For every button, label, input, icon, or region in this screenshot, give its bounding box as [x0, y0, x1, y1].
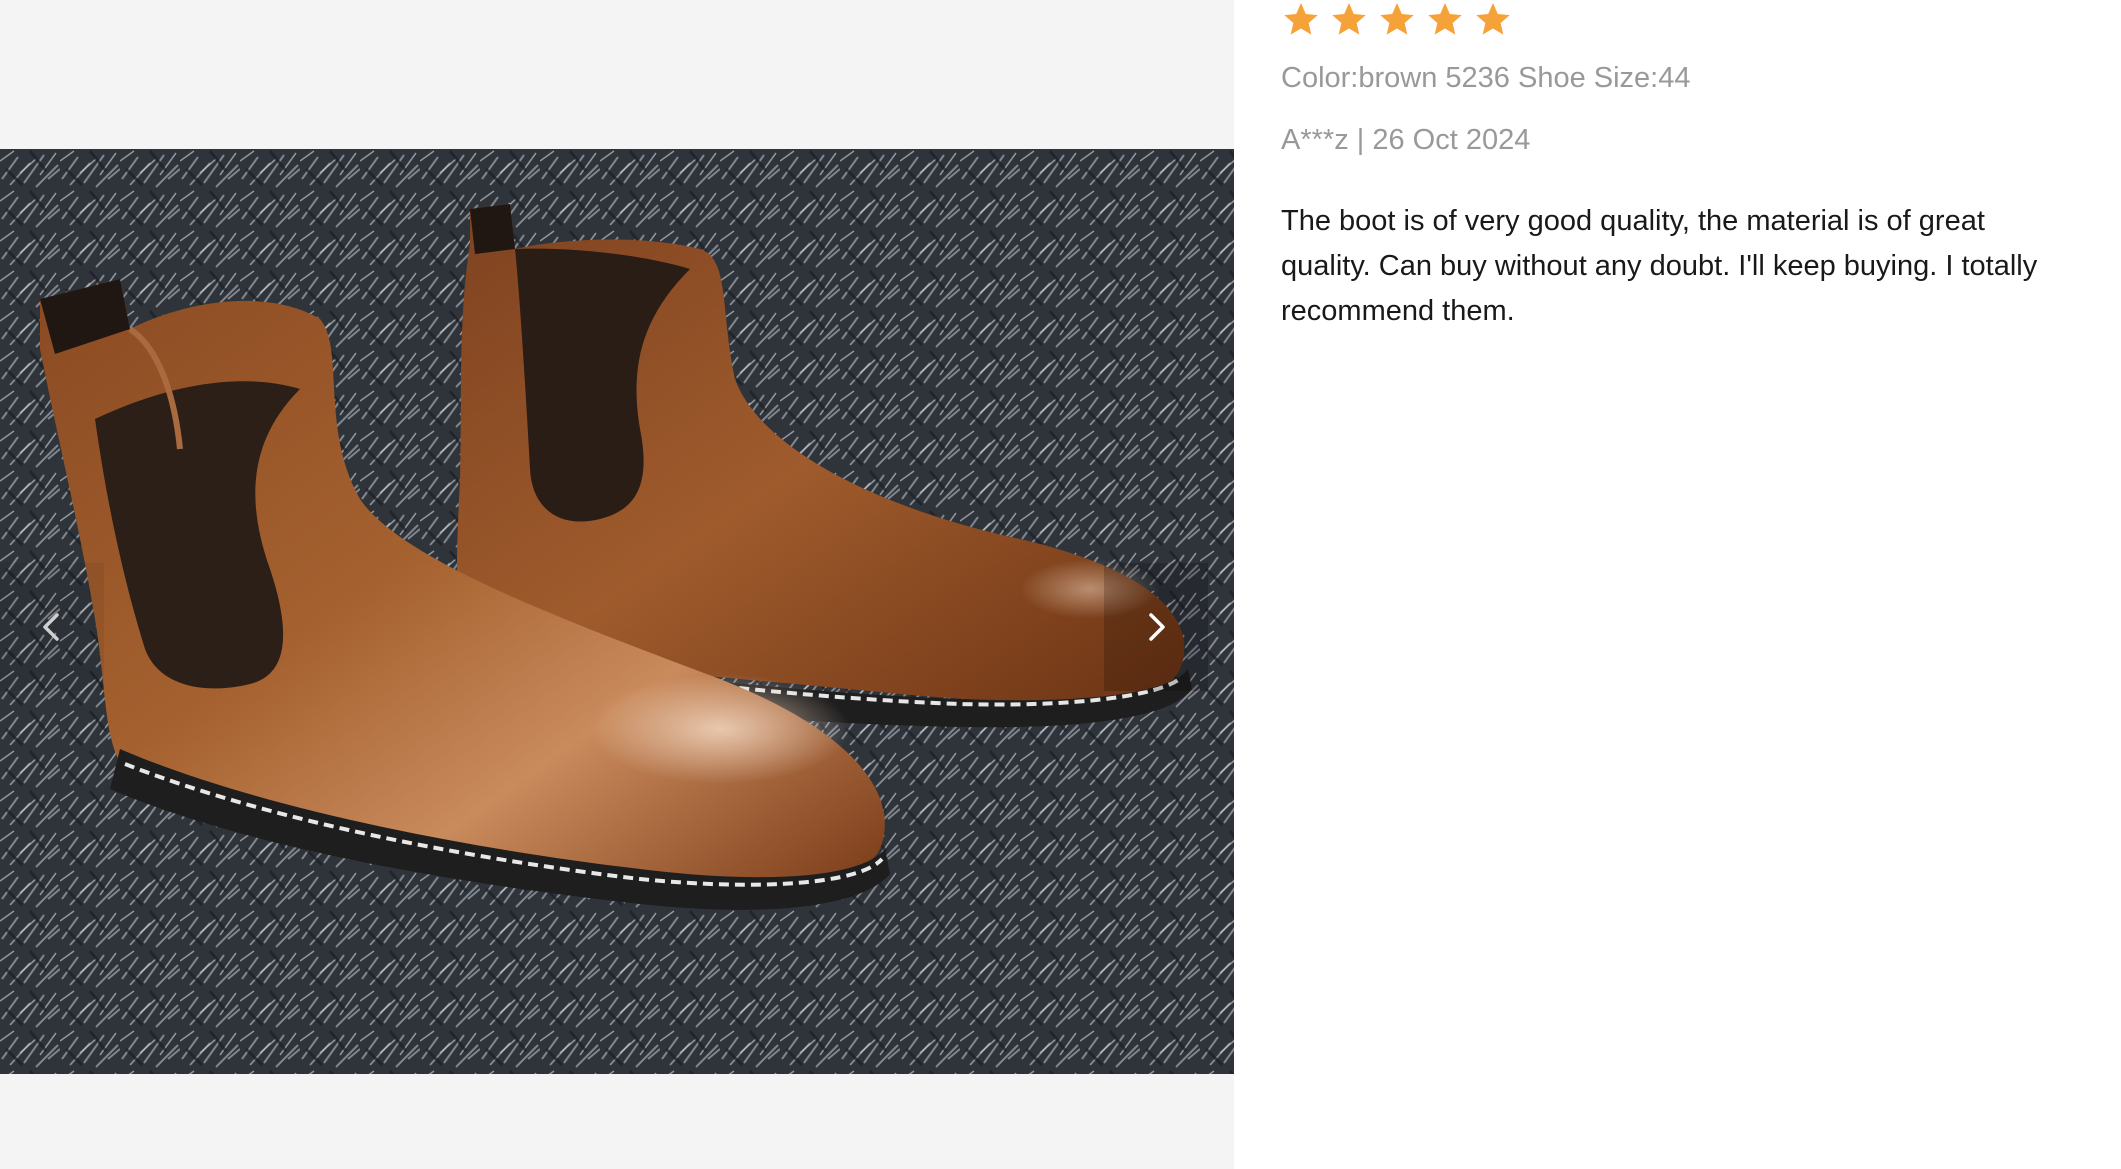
- chevron-left-icon: [43, 613, 59, 641]
- star-icon: [1380, 3, 1414, 35]
- review-text: The boot is of very good quality, the ma…: [1281, 205, 2038, 327]
- star-rating: [1281, 0, 1513, 40]
- star-icon: [1428, 3, 1462, 35]
- review-photo[interactable]: [0, 149, 1234, 1074]
- next-photo-button[interactable]: [1104, 563, 1208, 691]
- star-icon: [1332, 3, 1366, 35]
- chevron-right-icon: [1149, 613, 1165, 641]
- review-author-date: A***z | 26 Oct 2024: [1281, 124, 1531, 156]
- review-gallery: [0, 0, 1234, 1169]
- star-icon: [1284, 3, 1318, 35]
- star-icon: [1476, 3, 1510, 35]
- review-viewer: Color:brown 5236 Shoe Size:44 A***z | 26…: [0, 0, 2121, 1169]
- prev-photo-button[interactable]: [0, 563, 104, 691]
- review-sku-info: Color:brown 5236 Shoe Size:44: [1281, 62, 1691, 94]
